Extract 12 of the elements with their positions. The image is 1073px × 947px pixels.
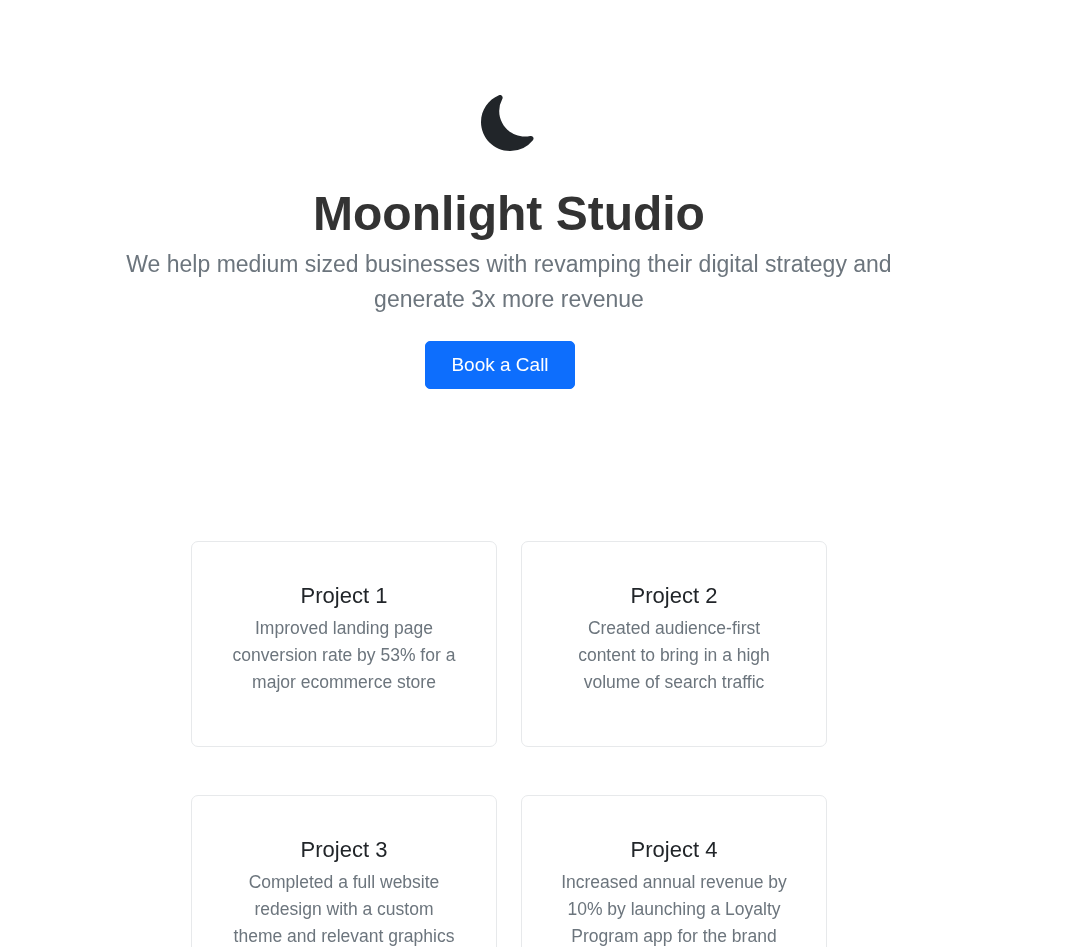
project-title: Project 4 bbox=[629, 836, 719, 865]
project-title: Project 1 bbox=[299, 582, 389, 611]
project-description: Increased annual revenue by 10% by launching a Loyalty Program app for the brand bbox=[560, 870, 788, 947]
moon-icon bbox=[481, 95, 537, 151]
project-title: Project 2 bbox=[629, 582, 719, 611]
project-title: Project 3 bbox=[299, 836, 389, 865]
project-description: Completed a full website redesign with a custom theme and relevant graphics bbox=[232, 870, 456, 947]
project-description: Improved landing page conversion rate by 53% for a major ecommerce store bbox=[231, 616, 457, 694]
hero-subtitle: We help medium sized businesses with revamping their digital strategy and generate 3x more revenue bbox=[125, 249, 893, 314]
project-description: Created audience-first content to bring in a high volume of search traffic bbox=[577, 616, 771, 694]
hero-title: Moonlight Studio bbox=[313, 186, 705, 242]
book-call-button[interactable]: Book a Call bbox=[425, 340, 575, 390]
